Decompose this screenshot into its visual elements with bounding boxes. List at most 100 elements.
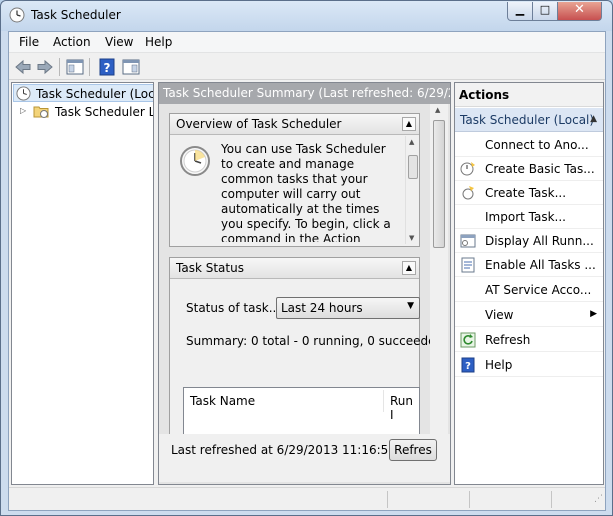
task-status-section-header[interactable]: Task Status ▲ <box>170 258 419 279</box>
collapse-icon[interactable]: ▲ <box>590 114 597 124</box>
action-label: Import Task... <box>485 210 566 224</box>
forward-arrow-icon[interactable] <box>35 57 55 77</box>
action-refresh[interactable]: Refresh <box>455 328 603 352</box>
scroll-up-icon[interactable]: ▲ <box>435 106 440 114</box>
help-icon: ? <box>461 357 475 373</box>
maximize-icon: □ <box>539 3 551 16</box>
summary-body: Overview of Task Scheduler ▲ You can use… <box>159 104 450 484</box>
actions-group-title: Task Scheduler (Local) <box>460 113 595 127</box>
basic-task-icon <box>460 162 475 176</box>
status-bar-separator <box>387 491 388 508</box>
menu-view[interactable]: View <box>105 35 133 49</box>
action-help[interactable]: ? Help <box>455 353 603 377</box>
history-icon <box>461 257 475 273</box>
collapse-icon[interactable]: ▲ <box>402 261 416 275</box>
svg-text:?: ? <box>104 61 111 75</box>
tree-item-task-scheduler-local[interactable]: Task Scheduler (Local) <box>13 84 153 102</box>
resize-grip-icon[interactable]: ⋰ <box>594 494 603 504</box>
folder-clock-icon <box>33 106 49 118</box>
expand-arrow-icon[interactable]: ▷ <box>20 106 26 115</box>
action-at-service-account[interactable]: AT Service Acco... <box>455 278 603 302</box>
action-enable-history[interactable]: Enable All Tasks ... <box>455 253 603 277</box>
status-bar-separator <box>551 491 552 508</box>
overview-section: Overview of Task Scheduler ▲ You can use… <box>169 113 420 247</box>
close-button[interactable]: ✕ <box>557 2 602 21</box>
menu-help[interactable]: Help <box>145 35 172 49</box>
menu-action[interactable]: Action <box>53 35 91 49</box>
task-status-section-title: Task Status <box>176 261 244 275</box>
toolbar: ? <box>9 54 605 80</box>
window-title: Task Scheduler <box>31 8 121 22</box>
task-scheduler-window: Task Scheduler ▁ □ ✕ File Action View He… <box>0 0 613 516</box>
last-refreshed-text: Last refreshed at 6/29/2013 11:16:53 AM <box>171 443 419 457</box>
minimize-button[interactable]: ▁ <box>507 2 533 21</box>
show-hide-console-tree-icon[interactable] <box>65 57 85 77</box>
action-label: Display All Runn... <box>485 234 594 248</box>
toolbar-separator <box>59 58 60 76</box>
status-period-value: Last 24 hours <box>281 301 363 315</box>
scroll-down-icon[interactable]: ▼ <box>409 234 414 242</box>
submenu-arrow-icon: ▶ <box>590 309 597 319</box>
scroll-up-icon[interactable]: ▲ <box>409 138 414 146</box>
refresh-icon <box>460 332 476 348</box>
actions-header: Actions <box>455 83 603 107</box>
action-create-task[interactable]: Create Task... <box>455 181 603 205</box>
action-label: View <box>485 308 514 322</box>
collapse-icon[interactable]: ▲ <box>402 117 416 131</box>
maximize-button[interactable]: □ <box>532 2 558 21</box>
action-label: Enable All Tasks ... <box>485 258 596 272</box>
close-icon: ✕ <box>574 2 585 17</box>
summary-pane: Task Scheduler Summary (Last refreshed: … <box>158 82 451 485</box>
action-label: Create Basic Tas... <box>485 162 595 176</box>
summary-scrollbar[interactable]: ▲ ▼ <box>430 104 448 474</box>
action-label: AT Service Acco... <box>485 283 592 297</box>
column-run-result[interactable]: Run I <box>384 390 420 422</box>
tree-item-label: Task Scheduler Library <box>55 105 153 119</box>
overview-text: You can use Task Scheduler to create and… <box>221 142 391 242</box>
menu-bar: File Action View Help <box>9 32 605 53</box>
action-label: Help <box>485 358 513 372</box>
scroll-thumb[interactable] <box>433 120 445 248</box>
clock-icon <box>16 86 31 101</box>
status-bar-separator <box>469 491 470 508</box>
actions-group-header[interactable]: Task Scheduler (Local) ▲ <box>455 108 603 132</box>
actions-pane: Actions Task Scheduler (Local) ▲ Connect… <box>454 82 604 485</box>
action-view[interactable]: View ▶ <box>455 303 603 327</box>
svg-text:?: ? <box>465 361 471 372</box>
client-area: File Action View Help ? Task Scheduler (… <box>8 31 606 511</box>
toolbar-separator <box>89 58 90 76</box>
column-task-name[interactable]: Task Name <box>184 390 384 412</box>
back-arrow-icon[interactable] <box>13 57 33 77</box>
action-display-running[interactable]: Display All Runn... <box>455 229 603 253</box>
overview-content: You can use Task Scheduler to create and… <box>170 136 419 246</box>
task-scheduler-clock-icon <box>180 146 210 176</box>
tree-item-task-scheduler-library[interactable]: ▷ Task Scheduler Library <box>13 103 153 121</box>
action-label: Create Task... <box>485 186 567 200</box>
task-status-list[interactable]: Task Name Run I <box>183 387 420 435</box>
overview-scrollbar[interactable]: ▲ ▼ <box>405 136 419 244</box>
action-create-basic-task[interactable]: Create Basic Tas... <box>455 157 603 181</box>
minimize-icon: ▁ <box>515 3 525 16</box>
create-task-icon <box>462 186 474 200</box>
task-summary-text: Summary: 0 total - 0 running, 0 succeede… <box>186 334 447 348</box>
dropdown-arrow-icon: ▼ <box>407 301 414 311</box>
title-bar[interactable]: Task Scheduler ▁ □ ✕ <box>1 1 612 31</box>
action-label: Connect to Ano... <box>485 138 589 152</box>
summary-footer: Last refreshed at 6/29/2013 11:16:53 AM … <box>159 434 450 482</box>
overview-section-title: Overview of Task Scheduler <box>176 117 342 131</box>
help-icon[interactable]: ? <box>97 57 117 77</box>
show-hide-action-pane-icon[interactable] <box>121 57 141 77</box>
action-import-task[interactable]: Import Task... <box>455 205 603 229</box>
task-scheduler-clock-icon <box>9 7 25 23</box>
action-connect[interactable]: Connect to Ano... <box>455 133 603 157</box>
status-bar: ⋰ <box>9 487 605 510</box>
action-label: Refresh <box>485 333 531 347</box>
scroll-thumb[interactable] <box>408 155 418 179</box>
status-period-dropdown[interactable]: Last 24 hours ▼ <box>276 297 420 319</box>
summary-header: Task Scheduler Summary (Last refreshed: … <box>159 83 450 104</box>
refresh-button[interactable]: Refres <box>389 439 437 461</box>
menu-file[interactable]: File <box>19 35 39 49</box>
overview-section-header[interactable]: Overview of Task Scheduler ▲ <box>170 114 419 135</box>
tree-item-label: Task Scheduler (Local) <box>36 87 153 101</box>
status-of-task-label: Status of task... <box>186 301 281 315</box>
